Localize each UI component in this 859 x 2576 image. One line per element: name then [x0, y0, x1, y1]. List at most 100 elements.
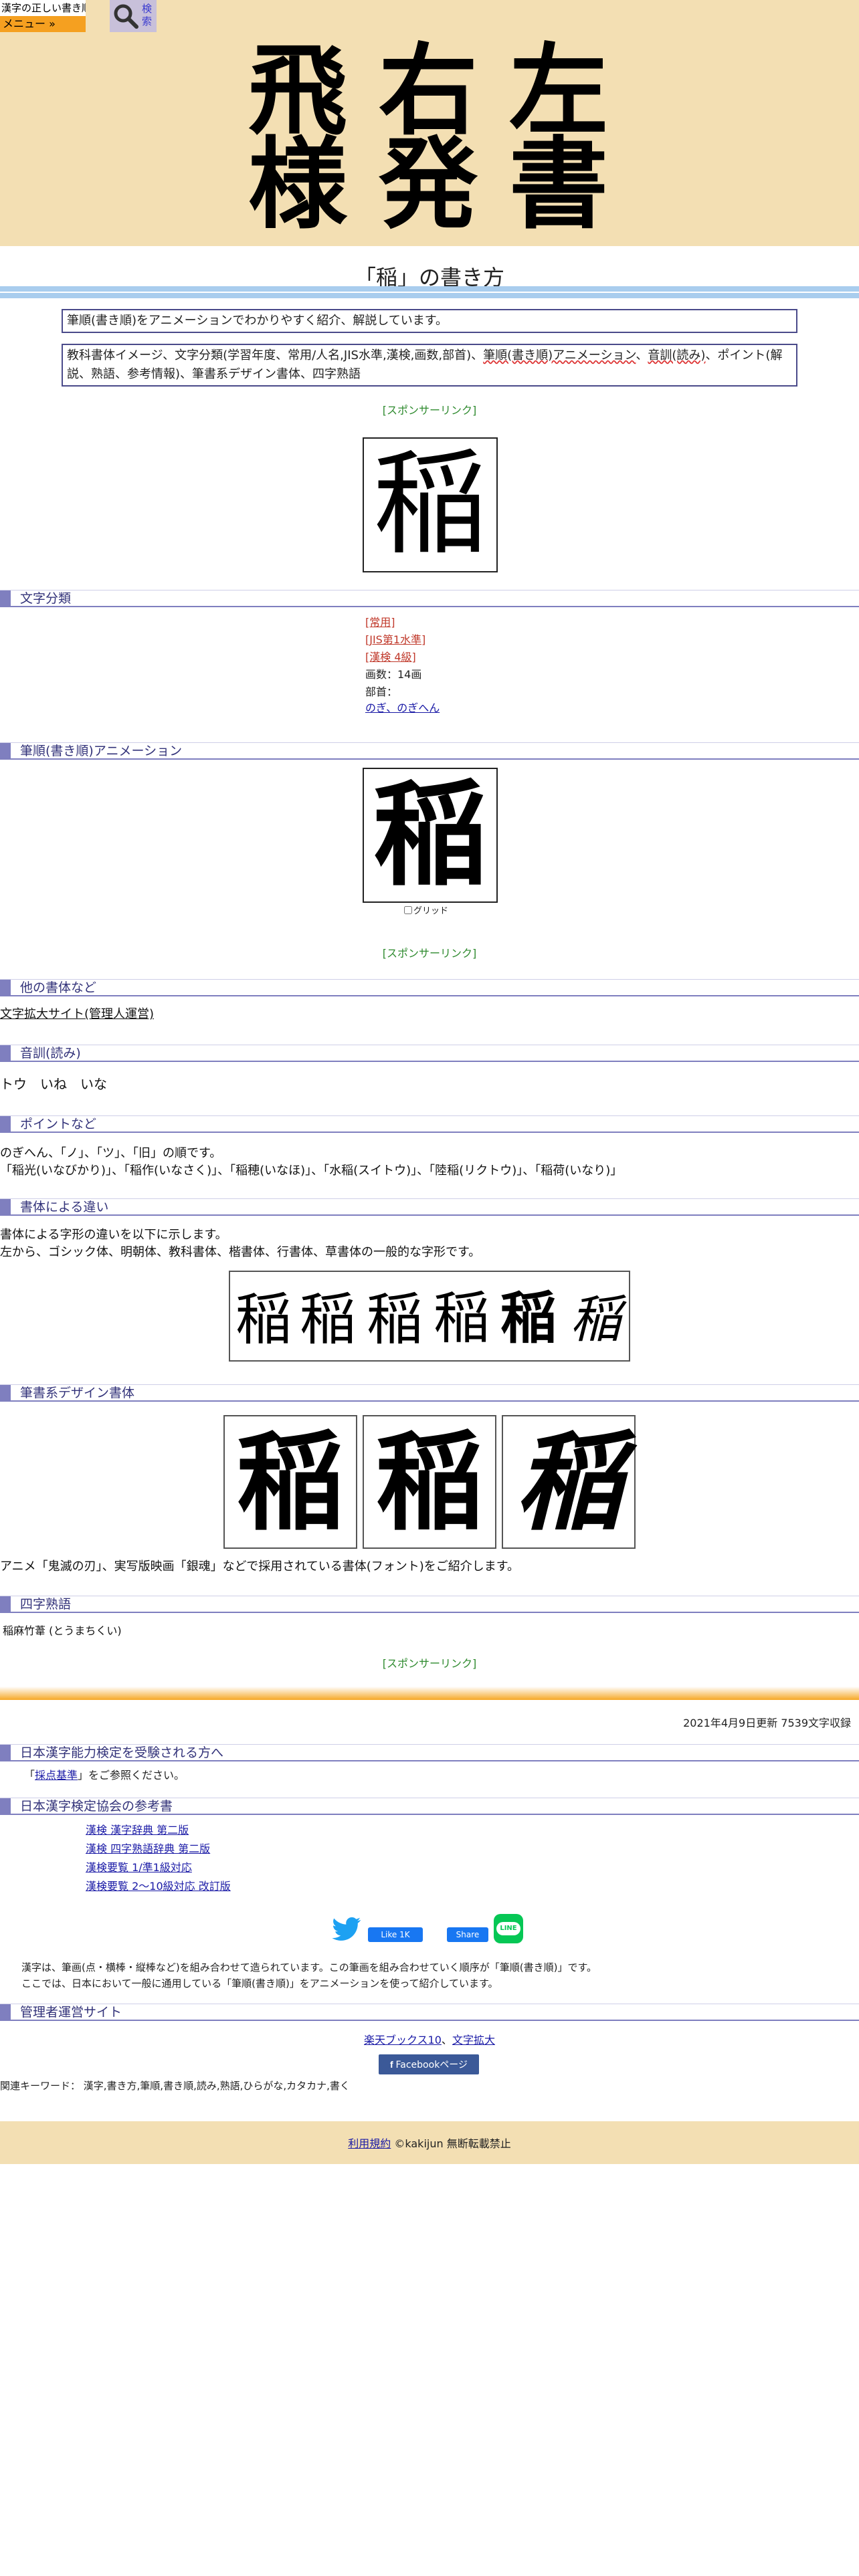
admin-sep: 、 [441, 2034, 452, 2046]
admin-links: 楽天ブックス10、文字拡大 [0, 2033, 859, 2048]
section-title: 日本漢字検定協会の参考書 [20, 1799, 173, 1814]
section-marker [0, 1385, 11, 1401]
header-banner: 漢字の正しい書き順(筆順) メニュー » 検索 飛 右 左 様 発 書 [0, 0, 859, 246]
site-logo[interactable]: 漢字の正しい書き順(筆順) メニュー » [0, 0, 86, 32]
gothic-char: 稲 [235, 1287, 292, 1352]
explanation-line-1: 漢字は、筆画(点・横棒・縦棒など)を組み合わせて造られています。この筆画を組み合… [21, 1961, 597, 1973]
section-marker [0, 743, 11, 759]
book-link[interactable]: 漢検要覧 1/準1級対応 [86, 1860, 192, 1875]
section-marker [0, 980, 11, 996]
section-yoji: 四字熟語 [0, 1596, 859, 1613]
section-brush-design: 筆書系デザイン書体 [0, 1384, 859, 1402]
twitter-icon[interactable] [332, 1917, 361, 1942]
section-title: 音訓(読み) [20, 1046, 81, 1061]
section-title: 文字分類 [20, 591, 72, 606]
menu-button[interactable]: メニュー » [0, 16, 86, 32]
scoring-criteria-link[interactable]: 採点基準 [35, 1769, 78, 1782]
class-kanken[interactable]: [漢検 4級] [365, 649, 416, 666]
design-font-2: 稲 [363, 1415, 496, 1549]
section-marker [0, 1116, 11, 1132]
grid-label: グリッド [413, 906, 449, 916]
facebook-page-button[interactable]: f Facebookページ [379, 2054, 479, 2074]
stroke-order-animation[interactable]: 稲 [363, 768, 498, 903]
section-title: 書体による違い [20, 1200, 109, 1214]
facebook-share-button[interactable]: Share [447, 1927, 488, 1942]
footer-text: 利用規約 ©kakijun 無断転載禁止 [0, 2135, 859, 2151]
section-kanken-ref: 日本漢字検定協会の参考書 [0, 1798, 859, 1815]
grid-checkbox[interactable] [404, 906, 412, 914]
textbook-char: 稲 [366, 1287, 423, 1352]
contents-sep: 、 [636, 348, 648, 362]
title-divider [0, 286, 859, 298]
contents-text: 教科書体イメージ、文字分類(学習年度、常用/人名,JIS水準,漢検,画数,部首)… [67, 348, 484, 362]
radical-link[interactable]: のぎ、のぎへん [365, 700, 440, 717]
reading-text: トウ いね いな [0, 1076, 107, 1092]
related-keywords: 関連キーワード： 漢字,書き方,筆順,書き順,読み,熟語,ひらがな,カタカナ,書… [0, 2080, 350, 2092]
section-marker [0, 1199, 11, 1215]
brush-design-caption: アニメ「鬼滅の刃」、実写版映画「銀魂」などで採用されている書体(フォント)をご紹… [0, 1560, 519, 1574]
book-link[interactable]: 漢検要覧 2～10級対応 改訂版 [86, 1879, 231, 1894]
kanken-note-open: 「 [24, 1769, 35, 1782]
section-title: 筆書系デザイン書体 [20, 1386, 135, 1400]
font-diff-line-1: 書体による字形の違いを以下に示します。 [0, 1228, 227, 1242]
rakuten-books-link[interactable]: 楽天ブックス10 [364, 2034, 442, 2046]
hero-char: 様 [248, 126, 347, 242]
section-reading: 音訓(読み) [0, 1045, 859, 1062]
explanation: 漢字は、筆画(点・横棒・縦棒など)を組み合わせて造られています。この筆画を組み合… [21, 1959, 597, 1992]
facebook-like-button[interactable]: Like 1K [368, 1927, 423, 1942]
book-link[interactable]: 漢検 四字熟語辞典 第二版 [86, 1842, 210, 1856]
yoji-text: 稲麻竹葦 (とうまちくい) [3, 1624, 122, 1637]
kaisho-char: 稲 [433, 1288, 490, 1350]
sosho-char: 稲 [570, 1289, 621, 1349]
char-zoom-site-link[interactable]: 文字拡大 [452, 2034, 495, 2046]
design-font-3: 稲 [502, 1415, 636, 1549]
section-title: 日本漢字能力検定を受験される方へ [20, 1745, 224, 1760]
grid-toggle[interactable]: グリッド [404, 905, 448, 918]
section-animation: 筆順(書き順)アニメーション [0, 742, 859, 760]
class-joyo[interactable]: [常用] [365, 614, 395, 631]
explanation-line-2: ここでは、日本において一般に通用している「筆順(書き順)」をアニメーションを使っ… [21, 1977, 498, 1990]
gyosho-char: 稲 [500, 1288, 557, 1350]
contents-reading-text: 音訓(読み) [648, 348, 706, 362]
search-button[interactable]: 検索 [110, 0, 157, 32]
section-font-diff: 書体による違い [0, 1198, 859, 1216]
char-zoom-link[interactable]: 文字拡大サイト(管理人運営) [0, 1006, 154, 1023]
hero-calligraphy: 飛 右 左 様 発 書 [221, 33, 636, 234]
section-marker [0, 1745, 11, 1761]
update-info: 2021年4月9日更新 7539文字収録 [683, 1717, 851, 1729]
mincho-char: 稲 [299, 1287, 356, 1352]
terms-link[interactable]: 利用規約 [348, 2137, 391, 2150]
content-end-divider [0, 1687, 859, 1700]
sponsor-link[interactable]: [スポンサーリンク] [0, 401, 859, 417]
section-marker [0, 1045, 11, 1061]
textbook-char-image: 稲 [363, 437, 498, 572]
line-share-icon[interactable]: LINE [494, 1914, 523, 1943]
copyright: ©kakijun 無断転載禁止 [394, 2137, 511, 2150]
search-icon [114, 4, 138, 29]
sponsor-link[interactable]: [スポンサーリンク] [0, 944, 859, 960]
hero-char: 発 [379, 126, 478, 242]
stroke-count: 画数：14画 [365, 668, 422, 681]
points-line-2: 「稲光(いなびかり)」、「稲作(いなさく)」、「稲穂(いなほ)」、「水稲(スイト… [0, 1164, 623, 1178]
search-label[interactable]: 検索 [142, 3, 154, 28]
section-title: ポイントなど [20, 1117, 97, 1132]
section-kanken-exam: 日本漢字能力検定を受験される方へ [0, 1744, 859, 1761]
intro-box: 筆順(書き順)をアニメーションでわかりやすく紹介、解説しています。 [62, 309, 797, 333]
kanken-note: 「採点基準」をご参照ください。 [24, 1768, 185, 1783]
section-points: ポイントなど [0, 1115, 859, 1133]
book-link[interactable]: 漢検 漢字辞典 第二版 [86, 1823, 189, 1838]
section-title: 他の書体など [20, 980, 97, 995]
class-jis[interactable]: [JIS第1水準] [365, 631, 425, 649]
section-classification: 文字分類 [0, 590, 859, 607]
facebook-icon: f [389, 2059, 396, 2070]
section-other-fonts: 他の書体など [0, 979, 859, 996]
font-comparison-image: 稲 稲 稲 稲 稲 稲 [229, 1271, 630, 1362]
sponsor-link[interactable]: [スポンサーリンク] [0, 1654, 859, 1671]
radical-label: 部首： [365, 685, 398, 698]
contents-box: 教科書体イメージ、文字分類(学習年度、常用/人名,JIS水準,漢検,画数,部首)… [62, 344, 797, 387]
logo-text[interactable]: 漢字の正しい書き順(筆順) [0, 0, 86, 16]
section-marker [0, 1798, 11, 1814]
contents-animation-text: 筆順(書き順)アニメーション [483, 348, 636, 362]
section-title: 四字熟語 [20, 1597, 72, 1612]
points-line-1: のぎへん、「ノ」、「ツ」、「旧」の順です。 [0, 1146, 222, 1160]
